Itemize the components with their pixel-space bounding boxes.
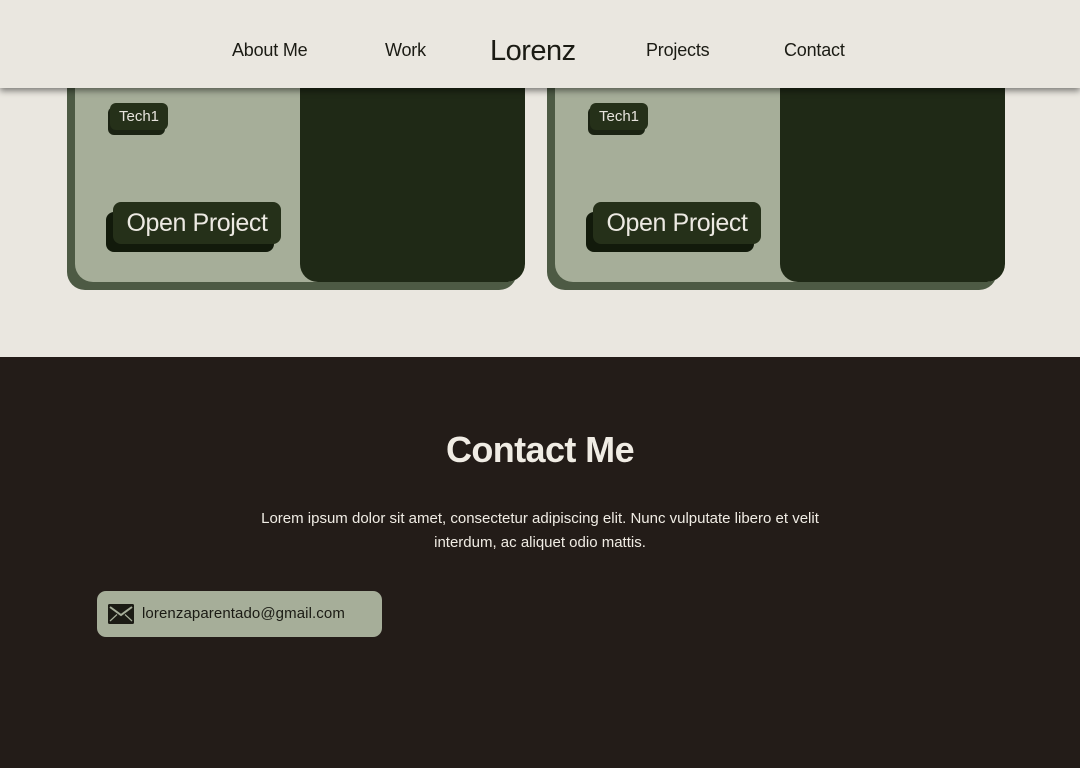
tech-tag: Tech1: [108, 103, 168, 135]
contact-description: Lorem ipsum dolor sit amet, consectetur …: [261, 510, 819, 551]
envelope-icon: [108, 604, 134, 624]
portfolio-page: Tech1 Open Project Tech1 Open Project Ab…: [0, 0, 1080, 768]
email-address: lorenzaparentado@gmail.com: [142, 605, 345, 622]
contact-title: Contact Me: [445, 429, 635, 470]
top-navbar: About Me Work Lorenz Projects Contact: [0, 0, 1080, 88]
email-link[interactable]: lorenzaparentado@gmail.com: [97, 591, 382, 637]
contact-section: Contact Me Lorem ipsum dolor sit amet, c…: [0, 357, 1080, 768]
nav-projects[interactable]: Projects: [646, 40, 710, 61]
open-project-button[interactable]: Open Project: [586, 202, 761, 252]
brand-logo[interactable]: Lorenz: [490, 35, 576, 68]
open-project-label[interactable]: Open Project: [593, 202, 761, 244]
nav-about-me[interactable]: About Me: [232, 40, 308, 61]
open-project-label[interactable]: Open Project: [113, 202, 281, 244]
nav-work[interactable]: Work: [385, 40, 426, 61]
nav-contact[interactable]: Contact: [784, 40, 845, 61]
tech-tag-label: Tech1: [590, 103, 648, 130]
tech-tag: Tech1: [588, 103, 648, 135]
tech-tag-label: Tech1: [110, 103, 168, 130]
open-project-button[interactable]: Open Project: [106, 202, 281, 252]
